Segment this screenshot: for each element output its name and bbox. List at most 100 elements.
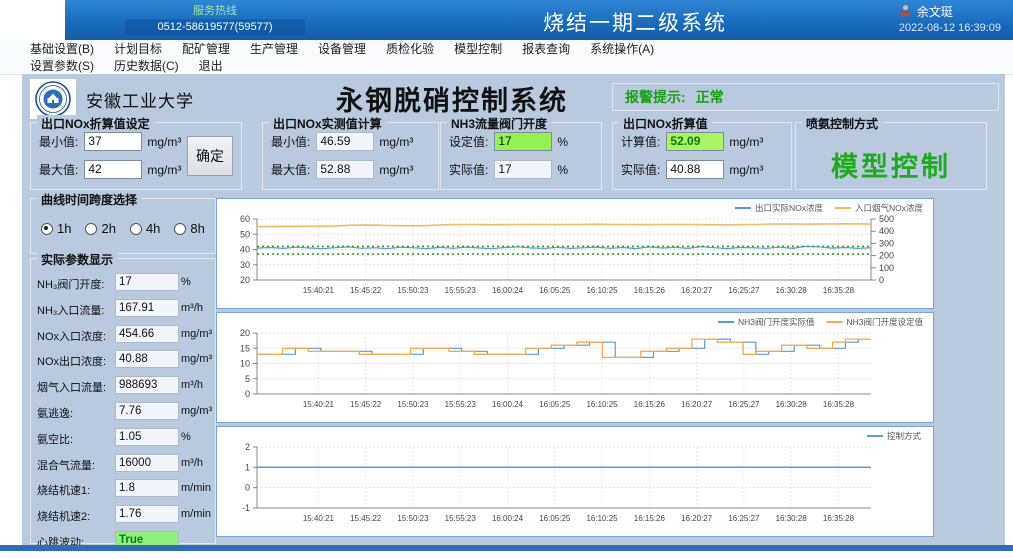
panel-rows: 计算值:52.09mg/m³实际值:40.88mg/m³ [613, 132, 791, 179]
panel-row: 最小值:46.59mg/m³ [271, 132, 438, 151]
panel-row: 实际值:17% [449, 160, 601, 179]
params-title: 实际参数显示 [37, 251, 117, 268]
svg-text:0: 0 [879, 275, 884, 285]
radio-icon[interactable] [41, 223, 53, 235]
menu-item[interactable]: 质检化验 [386, 40, 434, 57]
control-mode-value: 模型控制 [796, 145, 986, 184]
panel-nh3-valve: NH3流量阀门开度 设定值:17%实际值:17% [440, 122, 602, 190]
field-label: 最小值: [271, 133, 310, 150]
trend-chart-nox: 2030405060010020030040050015:40:2115:45:… [216, 198, 934, 309]
svg-text:15:50:23: 15:50:23 [397, 400, 429, 409]
svg-text:200: 200 [879, 251, 894, 261]
svg-text:16:25:27: 16:25:27 [728, 286, 760, 295]
svg-text:16:00:24: 16:00:24 [492, 514, 524, 523]
menu-item[interactable]: 配矿管理 [182, 40, 230, 57]
unit-label: % [557, 163, 568, 177]
timespan-option-2h[interactable]: 2h [85, 221, 115, 236]
svg-text:16:30:28: 16:30:28 [776, 514, 808, 523]
param-value: 1.8 [115, 479, 179, 497]
unit-label: mg/m³ [729, 163, 763, 177]
confirm-button[interactable]: 确定 [187, 136, 233, 176]
unit-label: mg/m³ [729, 135, 763, 149]
param-label: 烟气入口流量: [37, 379, 106, 395]
menu-item[interactable]: 设备管理 [318, 40, 366, 57]
param-unit: mg/m³ [181, 353, 212, 365]
param-label: 氨空比: [37, 431, 73, 447]
timespan-option-8h[interactable]: 8h [174, 221, 204, 236]
radio-label: 4h [146, 221, 160, 236]
param-row: 烧结机速2:1.76m/min [31, 503, 215, 529]
param-row: 烟气入口流量:988693m³/h [31, 374, 215, 400]
svg-text:1: 1 [245, 462, 250, 472]
timespan-option-4h[interactable]: 4h [130, 221, 160, 236]
hotline-label: 服务热线 [125, 3, 305, 19]
svg-text:16:10:25: 16:10:25 [586, 514, 618, 523]
param-value: 454.66 [115, 325, 179, 343]
legend-label: 控制方式 [887, 431, 922, 441]
param-row: 混合气流量:16000m³/h [31, 452, 215, 478]
param-unit: % [181, 431, 191, 443]
title-bar: 服务热线 0512-58619577(59577) 烧结一期二级系统 余文珽 2… [65, 0, 1013, 40]
svg-text:16:10:25: 16:10:25 [586, 400, 618, 409]
param-row: 氨逃逸:7.76mg/m³ [31, 400, 215, 426]
actual-params-panel: 实际参数显示 NH₃阀门开度:17%NH₃入口流量:167.91m³/hNOx入… [30, 258, 216, 544]
menu-item[interactable]: 报表查询 [522, 40, 570, 57]
value-field[interactable] [84, 132, 142, 151]
unit-label: mg/m³ [379, 135, 413, 149]
radio-icon[interactable] [85, 223, 97, 235]
panel-rows: 最小值:46.59mg/m³最大值:52.88mg/m³ [263, 132, 438, 179]
hotline-number: 0512-58619577(59577) [125, 19, 305, 35]
param-row: NOx入口浓度:454.66mg/m³ [31, 323, 215, 349]
value-field: 40.88 [666, 160, 724, 179]
timespan-option-1h[interactable]: 1h [41, 221, 71, 236]
param-unit: m³/h [181, 457, 203, 469]
menu-row-2: 设置参数(S) 历史数据(C) 退出 [0, 57, 1013, 74]
menu-item[interactable]: 计划目标 [114, 40, 162, 57]
menu-item[interactable]: 退出 [199, 57, 223, 74]
svg-text:16:25:27: 16:25:27 [728, 514, 760, 523]
param-unit: mg/m³ [181, 405, 212, 417]
svg-text:16:15:26: 16:15:26 [634, 514, 666, 523]
svg-text:300: 300 [879, 238, 894, 248]
menu-item[interactable]: 生产管理 [250, 40, 298, 57]
menu-item[interactable]: 基础设置(B) [30, 40, 94, 57]
menu-item[interactable]: 模型控制 [454, 40, 502, 57]
param-label: 烧结机速1: [37, 482, 90, 498]
svg-text:16:25:27: 16:25:27 [728, 400, 760, 409]
svg-text:16:20:27: 16:20:27 [681, 400, 713, 409]
svg-text:16:35:28: 16:35:28 [823, 286, 855, 295]
svg-text:15:55:23: 15:55:23 [445, 400, 477, 409]
menu-item[interactable]: 历史数据(C) [114, 57, 179, 74]
menu-item[interactable]: 设置参数(S) [30, 57, 94, 74]
param-value: 17 [115, 273, 179, 291]
panel-row: 设定值:17% [449, 132, 601, 151]
system-title: 永钢脱硝控制系统 [292, 79, 612, 118]
field-label: 最大值: [39, 161, 78, 178]
param-unit: m³/h [181, 302, 203, 314]
legend-label: NH3阀门开度设定值 [847, 317, 924, 327]
svg-text:20: 20 [240, 328, 250, 338]
trend-chart-control-mode: -101215:40:2115:45:2215:50:2315:55:2316:… [216, 426, 934, 537]
radio-icon[interactable] [174, 223, 186, 235]
param-unit: m³/h [181, 379, 203, 391]
param-unit: % [181, 276, 191, 288]
svg-text:15:45:22: 15:45:22 [350, 514, 382, 523]
panel-nox-converted: 出口NOx折算值 计算值:52.09mg/m³实际值:40.88mg/m³ [612, 122, 792, 190]
field-label: 设定值: [449, 133, 488, 150]
value-field[interactable] [84, 160, 142, 179]
svg-text:16:10:25: 16:10:25 [586, 286, 618, 295]
menu-item[interactable]: 系统操作(A) [590, 40, 654, 57]
svg-text:16:15:26: 16:15:26 [634, 286, 666, 295]
unit-label: mg/m³ [147, 135, 181, 149]
user-area: 余文珽 2022-08-12 16:39:09 [899, 3, 1001, 34]
param-label: 氨逃逸: [37, 405, 73, 421]
svg-text:40: 40 [240, 245, 250, 255]
param-unit: m/min [181, 508, 211, 520]
param-label: NH₃入口流量: [37, 302, 104, 318]
user-name[interactable]: 余文珽 [917, 3, 953, 20]
series-line [257, 224, 871, 227]
param-value: 167.91 [115, 299, 179, 317]
svg-text:15:55:23: 15:55:23 [445, 286, 477, 295]
panel-title: 出口NOx折算值设定 [37, 115, 154, 132]
radio-icon[interactable] [130, 223, 142, 235]
